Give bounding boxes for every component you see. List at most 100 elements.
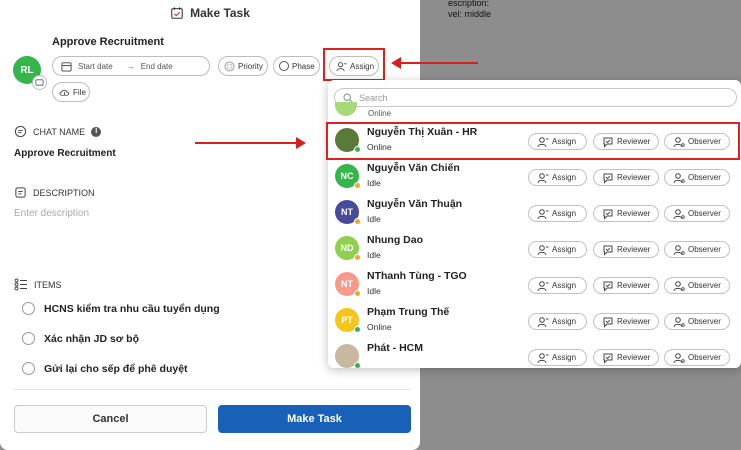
upload-cloud-icon bbox=[59, 89, 69, 96]
avatar-initials: PT bbox=[341, 315, 353, 325]
avatar-edit-badge[interactable] bbox=[32, 75, 47, 90]
file-label: File bbox=[73, 87, 86, 97]
reviewer-button[interactable]: Reviewer bbox=[593, 349, 659, 366]
assign-label: Assign bbox=[552, 209, 577, 218]
observer-button[interactable]: Observer bbox=[664, 241, 730, 258]
avatar: PT bbox=[335, 308, 361, 333]
reviewer-label: Reviewer bbox=[617, 317, 651, 326]
user-status: Idle bbox=[367, 286, 381, 296]
search-box[interactable] bbox=[334, 88, 737, 107]
description-input[interactable]: Enter description bbox=[14, 208, 89, 219]
observer-button[interactable]: Observer bbox=[664, 169, 730, 186]
priority-button[interactable]: Priority bbox=[218, 56, 268, 76]
image-icon bbox=[35, 79, 44, 86]
items-label: ITEMS bbox=[34, 279, 62, 290]
assign-button[interactable]: Assign bbox=[528, 241, 587, 258]
status-dot bbox=[354, 218, 361, 225]
observer-label: Observer bbox=[688, 245, 721, 254]
status-dot bbox=[354, 362, 361, 368]
cancel-button[interactable]: Cancel bbox=[14, 405, 207, 433]
avatar-initials: RL bbox=[20, 64, 34, 76]
observer-button[interactable]: Observer bbox=[664, 349, 730, 366]
avatar-initials: NT bbox=[341, 279, 353, 289]
priority-icon bbox=[224, 60, 235, 72]
user-row[interactable]: NC Nguyễn Văn Chiến Idle Assign Reviewer Obse… bbox=[328, 158, 741, 194]
item-text: Xác nhận JD sơ bộ bbox=[44, 332, 139, 345]
user-status: Idle bbox=[367, 250, 381, 260]
user-status: Idle bbox=[367, 214, 381, 224]
arrow-right-icon: → bbox=[126, 61, 135, 71]
assign-button[interactable]: Assign bbox=[528, 349, 587, 366]
document-icon bbox=[15, 187, 26, 198]
assign-label: Assign bbox=[552, 353, 577, 362]
background-text: vel: middle bbox=[448, 9, 492, 19]
assign-button[interactable]: Assign bbox=[528, 205, 587, 222]
make-task-button[interactable]: Make Task bbox=[218, 405, 411, 433]
reviewer-button[interactable]: Reviewer bbox=[593, 277, 659, 294]
background-text: escription: bbox=[448, 0, 490, 8]
reviewer-button[interactable]: Reviewer bbox=[593, 241, 659, 258]
assign-label: Assign bbox=[552, 317, 577, 326]
info-icon[interactable]: i bbox=[91, 126, 102, 137]
observer-icon bbox=[673, 280, 685, 291]
description-section: DESCRIPTION bbox=[14, 186, 95, 199]
avatar-initials: NC bbox=[340, 171, 354, 181]
user-row[interactable]: NT NThanh Tùng - TGO Idle Assign Reviewer Obs… bbox=[328, 266, 741, 302]
observer-label: Observer bbox=[688, 353, 721, 362]
annotation-arrow-left bbox=[391, 57, 478, 69]
avatar: NT bbox=[335, 272, 361, 297]
user-row[interactable]: PT Phạm Trung Thế Online Assign Reviewer Obse… bbox=[328, 302, 741, 338]
items-section: ITEMS bbox=[14, 278, 62, 291]
observer-label: Observer bbox=[688, 209, 721, 218]
reviewer-icon bbox=[603, 281, 613, 292]
observer-button[interactable]: Observer bbox=[664, 277, 730, 294]
chat-name-value[interactable]: Approve Recruitment bbox=[14, 148, 116, 159]
priority-label: Priority bbox=[238, 61, 263, 71]
phase-button[interactable]: Phase bbox=[273, 56, 320, 76]
checklist-icon bbox=[14, 278, 27, 291]
item-radio[interactable] bbox=[22, 362, 35, 375]
observer-button[interactable]: Observer bbox=[664, 205, 730, 222]
item-radio[interactable] bbox=[22, 302, 35, 315]
observer-icon bbox=[673, 352, 685, 363]
reviewer-button[interactable]: Reviewer bbox=[593, 313, 659, 330]
date-range-picker[interactable]: Start date → End date bbox=[52, 56, 210, 76]
reviewer-label: Reviewer bbox=[617, 353, 651, 362]
assign-button[interactable]: Assign bbox=[528, 313, 587, 330]
reviewer-button[interactable]: Reviewer bbox=[593, 205, 659, 222]
user-name: Nguyễn Văn Thuận bbox=[367, 198, 463, 210]
reviewer-icon bbox=[603, 245, 613, 256]
calendar-check-icon bbox=[171, 7, 183, 19]
reviewer-label: Reviewer bbox=[617, 173, 651, 182]
calendar-icon bbox=[61, 61, 72, 72]
phase-icon bbox=[279, 61, 289, 71]
end-date-placeholder: End date bbox=[140, 61, 173, 71]
user-name: Phạm Trung Thế bbox=[367, 306, 450, 318]
user-status: Online bbox=[367, 322, 392, 332]
checklist-item[interactable]: HCNS kiểm tra nhu cầu tuyển dụng bbox=[22, 302, 220, 315]
task-avatar[interactable]: RL bbox=[13, 56, 47, 90]
chat-name-label: CHAT NAME bbox=[33, 126, 86, 137]
assign-label: Assign bbox=[552, 173, 577, 182]
assign-button[interactable]: Assign bbox=[528, 169, 587, 186]
checklist-item[interactable]: Gửi lại cho sếp để phê duyệt bbox=[22, 362, 188, 375]
user-row[interactable]: Phát - HCM Assign Reviewer Observer bbox=[328, 338, 741, 368]
footer-divider bbox=[14, 389, 410, 390]
user-row[interactable]: ND Nhung Dao Idle Assign Reviewer Observer bbox=[328, 230, 741, 266]
user-status: Online bbox=[368, 109, 392, 118]
observer-button[interactable]: Observer bbox=[664, 313, 730, 330]
item-text: Gửi lại cho sếp để phê duyệt bbox=[44, 362, 188, 375]
reviewer-button[interactable]: Reviewer bbox=[593, 169, 659, 186]
reviewer-label: Reviewer bbox=[617, 281, 651, 290]
assign-label: Assign bbox=[552, 281, 577, 290]
task-title[interactable]: Approve Recruitment bbox=[52, 36, 164, 48]
file-button[interactable]: File bbox=[52, 82, 90, 102]
search-input[interactable] bbox=[359, 92, 699, 103]
reviewer-label: Reviewer bbox=[617, 245, 651, 254]
assign-button[interactable]: Assign bbox=[528, 277, 587, 294]
item-radio[interactable] bbox=[22, 332, 35, 345]
description-label: DESCRIPTION bbox=[33, 187, 95, 198]
checklist-item[interactable]: Xác nhận JD sơ bộ bbox=[22, 332, 139, 345]
item-text: HCNS kiểm tra nhu cầu tuyển dụng bbox=[44, 302, 220, 315]
user-row[interactable]: NT Nguyễn Văn Thuận Idle Assign Reviewer Obse… bbox=[328, 194, 741, 230]
